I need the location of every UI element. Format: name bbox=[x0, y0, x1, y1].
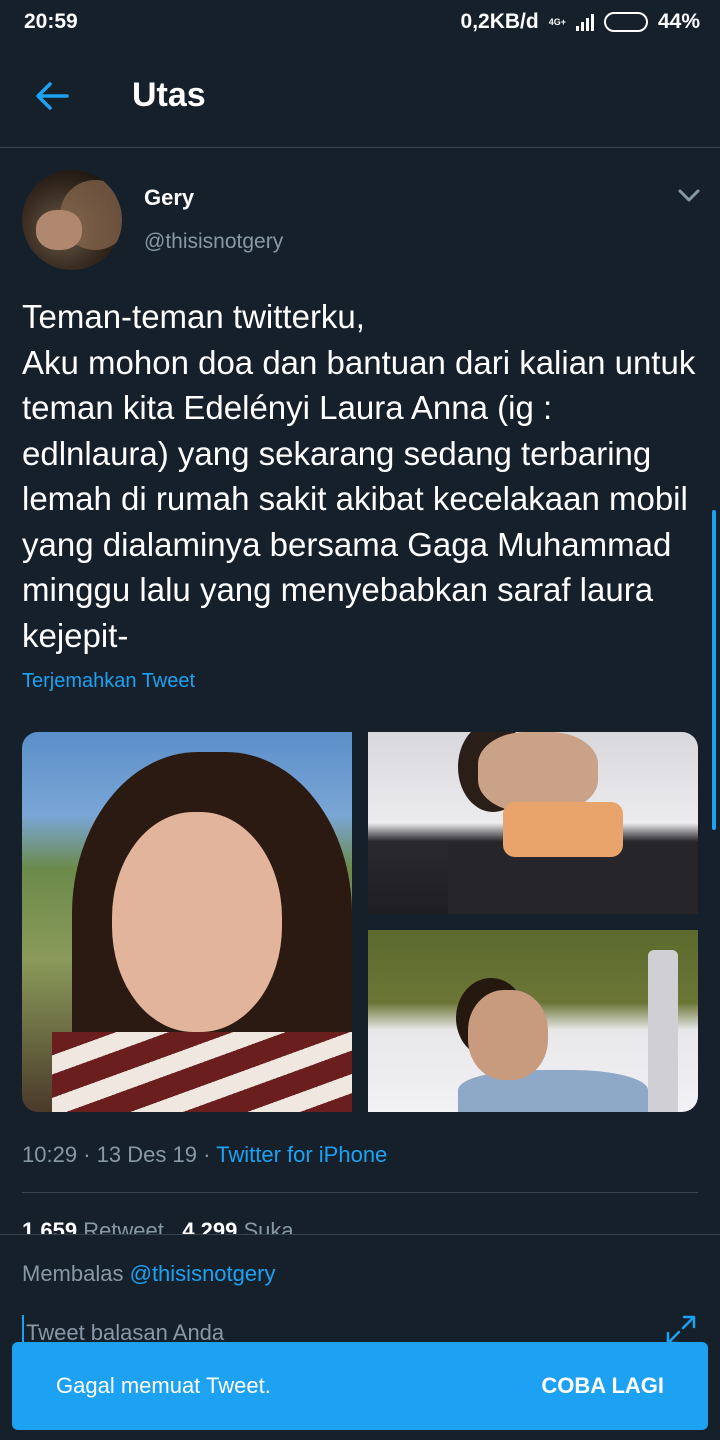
display-name[interactable]: Gery bbox=[144, 185, 194, 211]
status-bar: 20:59 0,2KB/d 4G+ 44% bbox=[0, 0, 720, 44]
scrollbar[interactable] bbox=[712, 510, 716, 830]
avatar[interactable] bbox=[22, 170, 122, 270]
signal-icon bbox=[575, 13, 594, 31]
tweet-meta: 10:29 · 13 Des 19 · Twitter for iPhone bbox=[22, 1142, 388, 1167]
tweet-photo[interactable] bbox=[368, 930, 698, 1112]
divider bbox=[22, 1192, 698, 1193]
retry-button[interactable]: COBA LAGI bbox=[541, 1373, 664, 1399]
user-handle[interactable]: @thisisnotgery bbox=[144, 230, 283, 254]
back-button[interactable] bbox=[22, 66, 82, 126]
status-time: 20:59 bbox=[24, 10, 78, 33]
tweet-time: 10:29 bbox=[22, 1142, 78, 1167]
network-speed: 0,2KB/d bbox=[460, 10, 539, 33]
tweet-source-link[interactable]: Twitter for iPhone bbox=[216, 1142, 387, 1167]
replying-to: Membalas @thisisnotgery bbox=[22, 1261, 275, 1287]
tweet-date: 13 Des 19 bbox=[96, 1142, 197, 1167]
top-bar: Utas bbox=[0, 44, 720, 148]
status-right: 0,2KB/d 4G+ 44% bbox=[461, 10, 700, 34]
snackbar-message: Gagal memuat Tweet. bbox=[56, 1373, 271, 1398]
translate-tweet-link[interactable]: Terjemahkan Tweet bbox=[22, 670, 195, 693]
tweet-photo[interactable] bbox=[368, 732, 698, 914]
tweet-photo[interactable] bbox=[22, 732, 352, 1112]
battery-percent: 44% bbox=[657, 10, 700, 33]
network-type-icon: 4G+ bbox=[548, 16, 566, 27]
replying-mention[interactable]: @thisisnotgery bbox=[130, 1261, 276, 1286]
battery-icon bbox=[603, 12, 648, 32]
page-title: Utas bbox=[132, 76, 206, 114]
error-snackbar: Gagal memuat Tweet. COBA LAGI bbox=[12, 1342, 708, 1430]
replying-label: Membalas bbox=[22, 1261, 124, 1286]
tweet-text: Teman-teman twitterku, Aku mohon doa dan… bbox=[22, 298, 696, 654]
arrow-left-icon bbox=[36, 81, 69, 110]
chevron-down-icon[interactable] bbox=[676, 186, 702, 206]
